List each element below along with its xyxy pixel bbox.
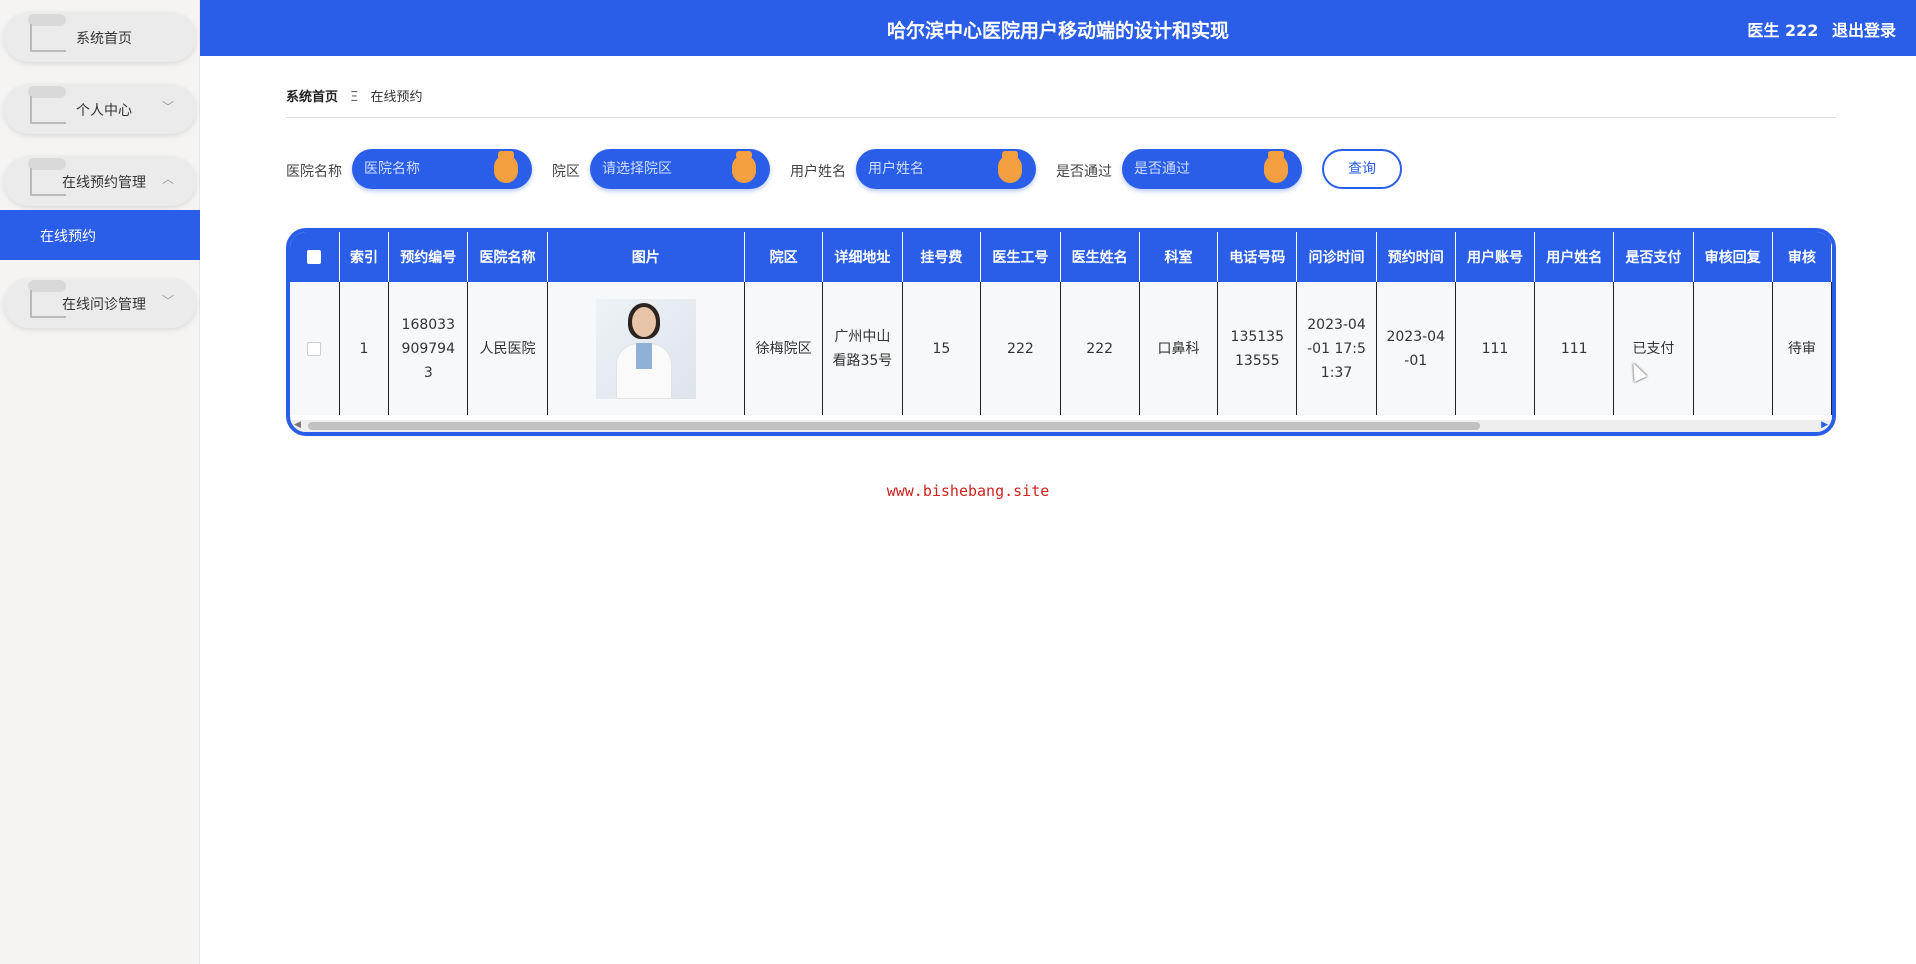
chevron-down-icon: ﹀	[161, 294, 174, 308]
cell-consult-time: 2023-04-01 17:51:37	[1296, 282, 1377, 415]
cell-doctor-name: 222	[1060, 282, 1140, 415]
cell-user-account: 111	[1455, 282, 1536, 415]
cell-campus: 徐梅院区	[744, 282, 824, 415]
logout-link[interactable]: 退出登录	[1832, 21, 1896, 40]
cell-appoint-time: 2023-04-01	[1376, 282, 1456, 415]
cell-address: 广州中山看路35号	[822, 282, 903, 415]
campus-select[interactable]	[590, 149, 770, 189]
horizontal-scrollbar[interactable]: ◀ ▶	[290, 420, 1832, 432]
appointments-table: 索引 预约编号 医院名称 图片 院区 详细地址 挂号费 医生工号 医生姓名 科室…	[286, 228, 1836, 436]
doctor-photo[interactable]	[595, 298, 696, 399]
approved-label: 是否通过	[1056, 164, 1112, 180]
column-header[interactable]: 医院名称	[467, 232, 548, 282]
breadcrumb-current: 在线预约	[370, 90, 423, 105]
column-header[interactable]: 挂号费	[902, 232, 982, 282]
scroll-left-icon[interactable]: ◀	[294, 420, 301, 430]
column-header[interactable]: 索引	[339, 232, 390, 282]
column-header[interactable]: 详细地址	[822, 232, 903, 282]
column-header[interactable]: 医生姓名	[1060, 232, 1140, 282]
hospital-name-input[interactable]	[364, 159, 484, 179]
sidebar-item-home[interactable]: 系统首页	[4, 12, 196, 62]
cell-review: 待审	[1772, 282, 1832, 415]
column-header[interactable]: 审核	[1772, 232, 1832, 282]
cell-doctor-id: 222	[980, 282, 1061, 415]
table-header-row: 索引 预约编号 医院名称 图片 院区 详细地址 挂号费 医生工号 医生姓名 科室…	[290, 232, 1832, 282]
select-all-cell	[290, 232, 340, 282]
campus-input[interactable]	[602, 159, 722, 179]
decor-knob-icon	[1264, 155, 1288, 183]
column-header[interactable]: 院区	[744, 232, 824, 282]
cell-phone: 13513513555	[1217, 282, 1298, 415]
sidebar-item-consultation-management[interactable]: 在线问诊管理 ﹀	[4, 278, 196, 328]
watermark: www.bishebang.site	[886, 482, 1050, 500]
cell-user-name: 111	[1534, 282, 1615, 415]
cell-review-reply	[1693, 282, 1773, 415]
decor-knob-icon	[494, 155, 518, 183]
column-header[interactable]: 医生工号	[980, 232, 1061, 282]
sidebar-subitem-online-appointment[interactable]: 在线预约	[0, 210, 200, 260]
column-header[interactable]: 科室	[1139, 232, 1219, 282]
menu-bracket-icon	[30, 96, 66, 124]
cell-index: 1	[339, 282, 390, 415]
table-row[interactable]: 1 1680339097943 人民医院 徐梅院区 广州中山看路35号 15 2…	[290, 282, 1832, 415]
approved-field[interactable]	[1122, 149, 1302, 189]
sidebar-item-appointment-management[interactable]: 在线预约管理 ︿	[4, 156, 196, 206]
decor-knob-icon	[998, 155, 1022, 183]
decor-knob-icon	[732, 155, 756, 183]
user-name-input[interactable]	[868, 159, 988, 179]
menu-bracket-icon	[30, 168, 66, 196]
chevron-down-icon: ﹀	[161, 100, 174, 114]
sidebar-item-label: 在线问诊管理	[62, 297, 146, 313]
menu-bracket-icon	[30, 290, 66, 318]
campus-label: 院区	[552, 164, 580, 180]
column-header[interactable]: 图片	[547, 232, 745, 282]
select-all-checkbox[interactable]	[307, 250, 322, 264]
hospital-name-field[interactable]	[352, 149, 532, 189]
scrollbar-thumb[interactable]	[308, 422, 1480, 430]
breadcrumb-home[interactable]: 系统首页	[286, 90, 338, 105]
cell-photo	[547, 282, 745, 415]
query-button[interactable]: 查询	[1322, 149, 1402, 189]
current-user: 医生 222	[1747, 21, 1819, 40]
breadcrumb: 系统首页 Ξ 在线预约	[286, 86, 423, 105]
data-table: 索引 预约编号 医院名称 图片 院区 详细地址 挂号费 医生工号 医生姓名 科室…	[290, 232, 1832, 415]
cell-paid: 已支付	[1613, 282, 1694, 415]
chevron-up-icon: ︿	[161, 172, 174, 186]
sidebar-item-label: 个人中心	[76, 103, 132, 119]
user-name-field[interactable]	[856, 149, 1036, 189]
cell-hospital: 人民医院	[467, 282, 548, 415]
column-header[interactable]: 用户账号	[1455, 232, 1536, 282]
menu-bracket-icon	[30, 24, 66, 52]
approved-input[interactable]	[1134, 159, 1254, 179]
column-header[interactable]: 问诊时间	[1296, 232, 1377, 282]
row-checkbox[interactable]	[307, 341, 322, 356]
column-header[interactable]: 电话号码	[1217, 232, 1298, 282]
column-header[interactable]: 用户姓名	[1534, 232, 1615, 282]
sidebar-item-personal-center[interactable]: 个人中心 ﹀	[4, 84, 196, 134]
header-user-area: 医生 222 退出登录	[1739, 17, 1896, 41]
cell-order-no: 1680339097943	[388, 282, 469, 415]
sidebar-item-label: 在线预约管理	[62, 175, 146, 191]
column-header[interactable]: 是否支付	[1613, 232, 1694, 282]
cell-fee: 15	[902, 282, 982, 415]
divider	[286, 117, 1836, 118]
app-title: 哈尔滨中心医院用户移动端的设计和实现	[886, 20, 1229, 42]
hospital-name-label: 医院名称	[286, 164, 342, 180]
row-select-cell	[290, 282, 340, 415]
column-header[interactable]: 预约编号	[388, 232, 469, 282]
top-header: 哈尔滨中心医院用户移动端的设计和实现 医生 222 退出登录	[200, 0, 1916, 56]
breadcrumb-separator-icon: Ξ	[350, 90, 359, 105]
column-header[interactable]: 预约时间	[1376, 232, 1456, 282]
column-header[interactable]: 审核回复	[1693, 232, 1773, 282]
sidebar-item-label: 系统首页	[76, 31, 132, 47]
cell-dept: 口鼻科	[1139, 282, 1219, 415]
scroll-right-icon[interactable]: ▶	[1821, 420, 1828, 430]
user-name-label: 用户姓名	[790, 164, 846, 180]
